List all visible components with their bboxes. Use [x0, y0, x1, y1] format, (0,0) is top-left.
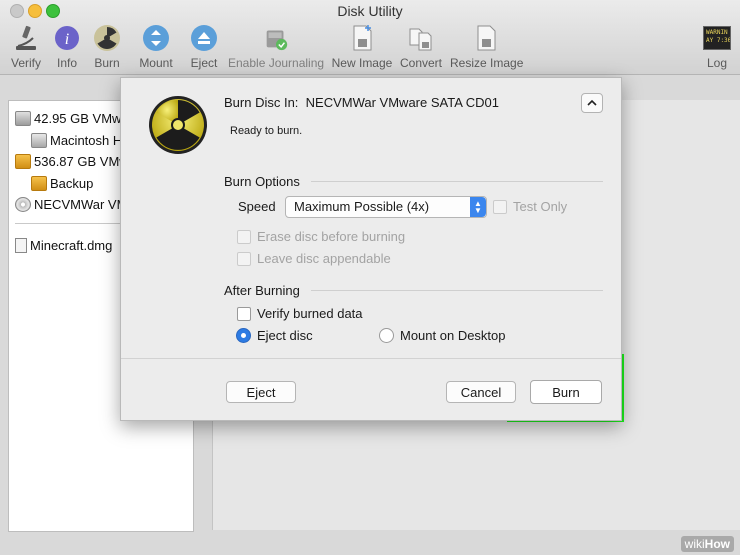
convert-button[interactable]: Convert	[398, 24, 444, 70]
burn-button[interactable]: Burn	[90, 24, 124, 70]
log-label: Log	[706, 56, 728, 70]
resize-image-icon	[472, 24, 500, 52]
verify-burned-checkbox[interactable]	[237, 306, 251, 321]
mount-icon	[142, 24, 170, 52]
new-image-icon	[348, 24, 376, 52]
optical-disc-icon	[15, 196, 31, 212]
button-bar-divider	[121, 358, 621, 359]
radiation-icon	[93, 24, 121, 52]
resize-image-button[interactable]: Resize Image	[450, 24, 524, 70]
toolbar: Disk Utility Verify i Info Burn Mount Ej…	[0, 0, 740, 75]
eject-disc-option[interactable]: Eject disc	[236, 328, 313, 343]
test-only-checkbox[interactable]	[493, 199, 507, 214]
burn-status: Ready to burn.	[230, 125, 303, 137]
burn-button[interactable]: Burn	[530, 380, 602, 404]
log-button[interactable]: WARNIN AY 7:36 Log	[700, 24, 734, 70]
sidebar-divider	[15, 223, 129, 224]
burn-options-divider	[311, 181, 603, 182]
info-label: Info	[56, 56, 77, 70]
info-icon: i	[53, 24, 81, 52]
microscope-icon	[12, 24, 40, 52]
log-console-icon: WARNIN AY 7:36	[703, 24, 731, 52]
journaling-disk-icon	[262, 24, 290, 52]
radiation-icon	[148, 95, 208, 155]
speed-select[interactable]: Maximum Possible (4x) ▲ ▼	[285, 196, 487, 218]
burn-options-heading: Burn Options	[224, 174, 300, 189]
sidebar-item-label: Minecraft.dmg	[30, 237, 113, 253]
sidebar-item-backup[interactable]: Backup	[31, 174, 93, 192]
verify-label: Verify	[10, 56, 41, 70]
mount-label: Mount	[139, 56, 173, 70]
window-title: Disk Utility	[337, 3, 403, 19]
eject-disc-label: Eject disc	[257, 328, 313, 343]
enable-journaling-label: Enable Journaling	[228, 56, 325, 70]
leave-appendable-checkbox[interactable]	[237, 251, 251, 266]
sidebar-item-macintosh-hd[interactable]: Macintosh HD	[31, 131, 132, 149]
svg-text:i: i	[65, 31, 69, 48]
resize-image-label: Resize Image	[450, 56, 524, 70]
test-only-label: Test Only	[513, 199, 568, 214]
sidebar-item-label: Backup	[50, 175, 94, 191]
hard-drive-icon	[15, 110, 31, 126]
eject-icon	[190, 24, 218, 52]
wikihow-watermark: wikiHow	[680, 536, 734, 552]
erase-before-label: Erase disc before burning	[257, 229, 406, 244]
mount-desktop-radio[interactable]	[379, 328, 394, 343]
convert-icon	[407, 24, 435, 52]
erase-before-option[interactable]: Erase disc before burning	[237, 229, 405, 244]
convert-label: Convert	[399, 56, 443, 70]
burn-disc-sheet: Burn Disc In: NECVMWar VMware SATA CD01 …	[120, 77, 622, 421]
eject-toolbar-button[interactable]: Eject	[186, 24, 222, 70]
mount-desktop-option[interactable]: Mount on Desktop	[379, 328, 506, 343]
external-drive-icon	[15, 153, 31, 169]
verify-burned-option[interactable]: Verify burned data	[237, 306, 363, 321]
verify-button[interactable]: Verify	[8, 24, 44, 70]
erase-before-checkbox[interactable]	[237, 229, 251, 244]
after-burning-divider	[311, 290, 603, 291]
sidebar-item-minecraft-dmg[interactable]: Minecraft.dmg	[15, 236, 112, 254]
disk-utility-window: Disk Utility Verify i Info Burn Mount Ej…	[0, 0, 740, 555]
verify-burned-label: Verify burned data	[257, 306, 363, 321]
volume-icon	[31, 132, 47, 148]
watermark-how: How	[704, 537, 730, 551]
mount-button[interactable]: Mount	[136, 24, 176, 70]
collapse-button[interactable]	[581, 93, 603, 113]
mount-desktop-label: Mount on Desktop	[400, 328, 506, 343]
speed-value: Maximum Possible (4x)	[294, 199, 430, 214]
leave-appendable-label: Leave disc appendable	[257, 251, 391, 266]
chevron-up-icon	[587, 99, 597, 106]
new-image-label: New Image	[331, 56, 393, 70]
log-badge: WARNIN AY 7:36	[703, 26, 731, 50]
leave-appendable-option[interactable]: Leave disc appendable	[237, 251, 391, 266]
enable-journaling-button[interactable]: Enable Journaling	[228, 24, 324, 70]
new-image-button[interactable]: New Image	[330, 24, 394, 70]
burn-disc-in: Burn Disc In: NECVMWar VMware SATA CD01	[224, 95, 499, 110]
after-burning-heading: After Burning	[224, 283, 300, 298]
eject-toolbar-label: Eject	[190, 56, 218, 70]
updown-arrows-icon: ▲ ▼	[470, 197, 486, 217]
burn-label: Burn	[94, 56, 120, 70]
info-button[interactable]: i Info	[50, 24, 84, 70]
eject-button[interactable]: Eject	[226, 381, 296, 403]
disc-device-name: NECVMWar VMware SATA CD01	[305, 95, 500, 110]
watermark-wiki: wiki	[684, 537, 705, 551]
cancel-button[interactable]: Cancel	[446, 381, 516, 403]
disk-image-icon	[15, 237, 27, 253]
speed-label: Speed	[238, 199, 276, 214]
backup-volume-icon	[31, 175, 47, 191]
burn-disc-in-label: Burn Disc In:	[224, 95, 299, 110]
test-only-option[interactable]: Test Only	[493, 199, 567, 214]
eject-disc-radio[interactable]	[236, 328, 251, 343]
